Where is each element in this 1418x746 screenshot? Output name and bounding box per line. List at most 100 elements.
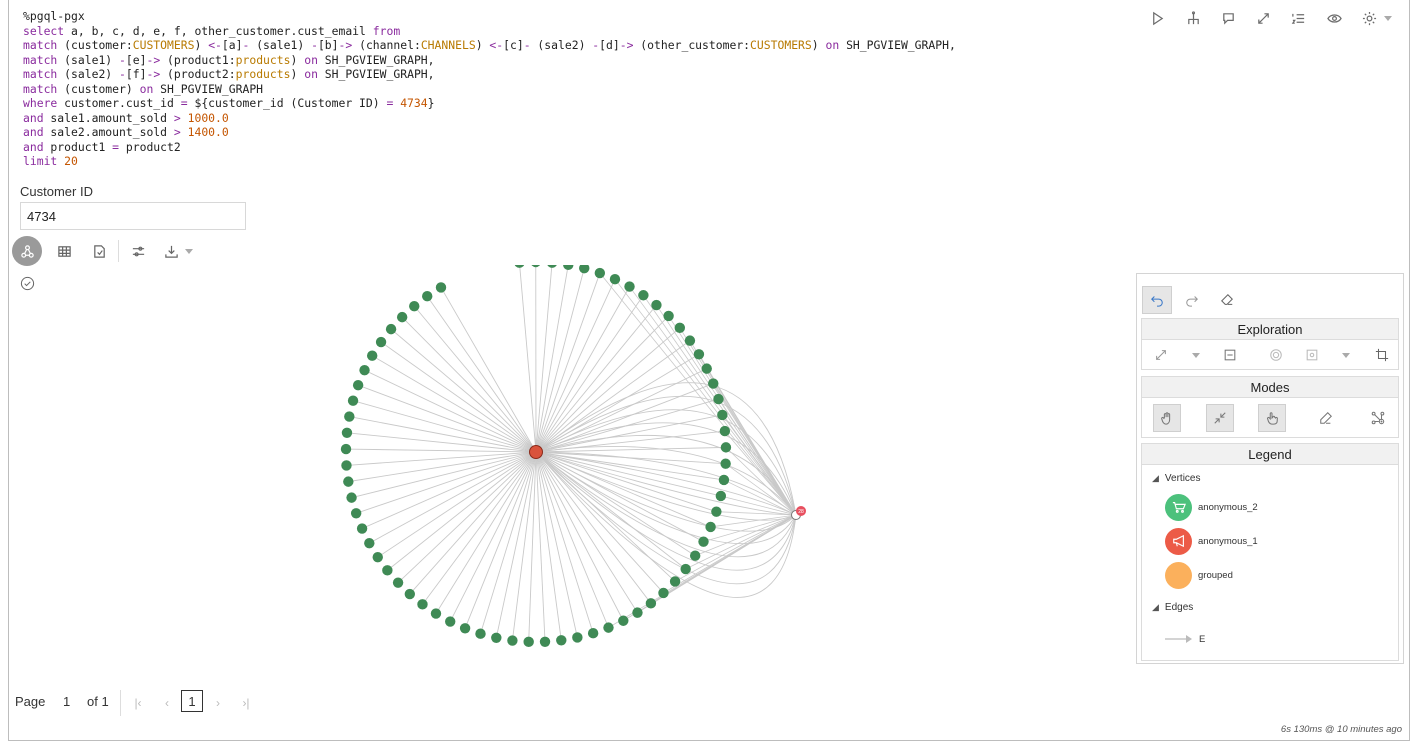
graph-node[interactable] — [531, 265, 541, 268]
edit-icon[interactable] — [1312, 404, 1340, 432]
graph-node[interactable] — [347, 395, 359, 406]
graph-node[interactable] — [587, 628, 599, 639]
settings-sliders-icon[interactable] — [126, 236, 150, 266]
eye-icon[interactable] — [1323, 8, 1345, 28]
graph-node[interactable] — [563, 265, 574, 270]
graph-node[interactable] — [445, 616, 456, 627]
center-node[interactable] — [529, 445, 543, 459]
graph-node[interactable] — [717, 409, 728, 421]
graph-node[interactable] — [698, 536, 709, 547]
hierarchy-icon[interactable] — [1182, 8, 1204, 28]
graph-node[interactable] — [396, 311, 408, 323]
graph-node[interactable] — [711, 506, 722, 517]
graph-node[interactable] — [579, 265, 590, 274]
eraser-icon[interactable] — [1214, 286, 1240, 314]
undo-icon[interactable] — [1142, 286, 1172, 314]
graph-node[interactable] — [680, 563, 691, 575]
legend-item-anonymous-2[interactable]: anonymous_2 — [1165, 493, 1258, 521]
pointer-hand-icon[interactable] — [1258, 404, 1286, 432]
collapse-icon[interactable] — [1219, 344, 1241, 366]
code-editor[interactable]: %pgql-pgx select a, b, c, d, e, f, other… — [23, 9, 956, 169]
graph-node[interactable] — [645, 598, 657, 609]
graph-node[interactable] — [507, 635, 518, 646]
graph-node[interactable] — [603, 622, 614, 633]
shrink-icon[interactable] — [1206, 404, 1234, 432]
graph-node[interactable] — [689, 550, 701, 561]
graph-node[interactable] — [385, 323, 397, 335]
graph-node[interactable] — [359, 364, 370, 376]
download-dropdown-icon[interactable] — [185, 249, 193, 254]
group-icon[interactable] — [1301, 344, 1323, 366]
graph-node[interactable] — [341, 460, 352, 471]
vertices-group[interactable]: ◢ Vertices — [1152, 473, 1201, 484]
graph-node[interactable] — [624, 281, 635, 292]
graph-node[interactable] — [514, 265, 525, 268]
graph-node[interactable] — [409, 300, 420, 312]
graph-node[interactable] — [375, 336, 387, 348]
graph-node[interactable] — [366, 350, 378, 361]
graph-node[interactable] — [404, 588, 416, 600]
page-value[interactable]: 1 — [63, 694, 70, 709]
graph-node[interactable] — [651, 299, 662, 311]
next-page-icon[interactable]: › — [209, 693, 227, 713]
graph-node[interactable] — [341, 427, 353, 438]
numbered-list-icon[interactable] — [1287, 8, 1309, 28]
graph-node[interactable] — [475, 628, 486, 639]
table-icon[interactable] — [52, 236, 76, 266]
graph-node[interactable] — [720, 458, 731, 469]
customer-id-input[interactable] — [20, 202, 246, 230]
graph-node[interactable] — [718, 474, 730, 486]
graph-node[interactable] — [674, 322, 686, 334]
graph-node[interactable] — [356, 523, 368, 534]
first-page-icon[interactable]: |‹ — [129, 693, 147, 713]
graph-node[interactable] — [430, 608, 442, 619]
graph-node[interactable] — [459, 623, 471, 634]
graph-node[interactable] — [350, 508, 362, 519]
graph-node[interactable] — [705, 521, 716, 533]
graph-node[interactable] — [372, 551, 383, 563]
graph-node[interactable] — [618, 615, 629, 626]
graph-node[interactable] — [364, 537, 375, 549]
expand-icon[interactable] — [1252, 8, 1274, 28]
expand-nodes-icon[interactable] — [1150, 344, 1172, 366]
graph-view-icon[interactable] — [12, 236, 42, 266]
comment-icon[interactable] — [1217, 8, 1239, 28]
graph-node[interactable] — [684, 335, 696, 346]
legend-item-anonymous-1[interactable]: anonymous_1 — [1165, 527, 1258, 555]
graph-node[interactable] — [491, 632, 502, 644]
network-add-icon[interactable] — [1364, 404, 1392, 432]
prev-page-icon[interactable]: ‹ — [158, 693, 176, 713]
graph-node[interactable] — [435, 282, 447, 293]
export-pdf-icon[interactable] — [87, 236, 111, 266]
graph-node[interactable] — [638, 290, 649, 301]
graph-node[interactable] — [632, 607, 643, 618]
graph-node[interactable] — [663, 310, 674, 322]
graph-node[interactable] — [713, 393, 724, 405]
graph-node[interactable] — [594, 267, 606, 279]
legend-item-grouped[interactable]: grouped — [1165, 561, 1233, 589]
group-dropdown-icon[interactable] — [1342, 353, 1350, 358]
graph-node[interactable] — [708, 378, 719, 389]
graph-canvas[interactable]: 28 — [0, 265, 1130, 685]
graph-node[interactable] — [382, 565, 393, 576]
download-icon[interactable] — [159, 236, 183, 266]
graph-node[interactable] — [701, 363, 712, 374]
graph-node[interactable] — [693, 349, 705, 360]
graph-node[interactable] — [539, 636, 551, 647]
graph-node[interactable] — [609, 273, 621, 285]
redo-icon[interactable] — [1179, 286, 1205, 314]
graph-node[interactable] — [422, 291, 433, 302]
graph-node[interactable] — [344, 411, 355, 422]
graph-node[interactable] — [523, 636, 534, 648]
graph-node[interactable] — [392, 577, 404, 588]
expand-dropdown-icon[interactable] — [1192, 353, 1200, 358]
graph-node[interactable] — [352, 379, 364, 391]
gear-icon[interactable] — [1358, 8, 1380, 28]
graph-node[interactable] — [658, 587, 669, 599]
graph-node[interactable] — [346, 492, 357, 503]
graph-node[interactable] — [715, 490, 727, 502]
graph-node[interactable] — [417, 599, 428, 610]
focus-icon[interactable] — [1265, 344, 1287, 366]
graph-node[interactable] — [720, 442, 732, 453]
graph-node[interactable] — [340, 443, 352, 455]
